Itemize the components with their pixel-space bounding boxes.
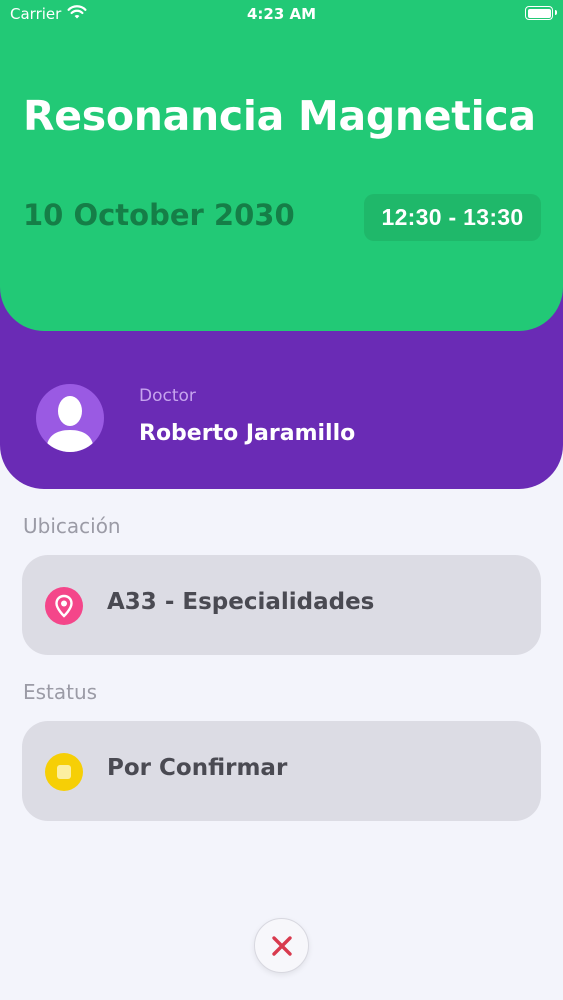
pending-status-icon: [45, 753, 83, 791]
appointment-header: Resonancia Magnetica 10 October 2030 12:…: [0, 0, 563, 331]
doctor-name: Roberto Jaramillo: [139, 421, 356, 446]
location-card[interactable]: A33 - Especialidades: [22, 555, 541, 655]
close-icon: [272, 936, 292, 956]
doctor-label: Doctor: [139, 386, 196, 406]
location-section-label: Ubicación: [23, 514, 121, 538]
location-pin-icon: [45, 587, 83, 625]
appointment-title: Resonancia Magnetica: [23, 92, 536, 140]
location-value: A33 - Especialidades: [107, 589, 375, 615]
status-card[interactable]: Por Confirmar: [22, 721, 541, 821]
status-section-label: Estatus: [23, 680, 98, 704]
appointment-date: 10 October 2030: [23, 198, 295, 232]
status-value: Por Confirmar: [107, 755, 288, 781]
appointment-time-chip: 12:30 - 13:30: [364, 194, 541, 241]
battery-icon: [525, 6, 557, 20]
close-button[interactable]: [254, 918, 309, 973]
clock: 4:23 AM: [246, 5, 317, 23]
status-bar: Carrier 4:23 AM: [0, 0, 563, 30]
person-silhouette-icon: [36, 384, 104, 452]
